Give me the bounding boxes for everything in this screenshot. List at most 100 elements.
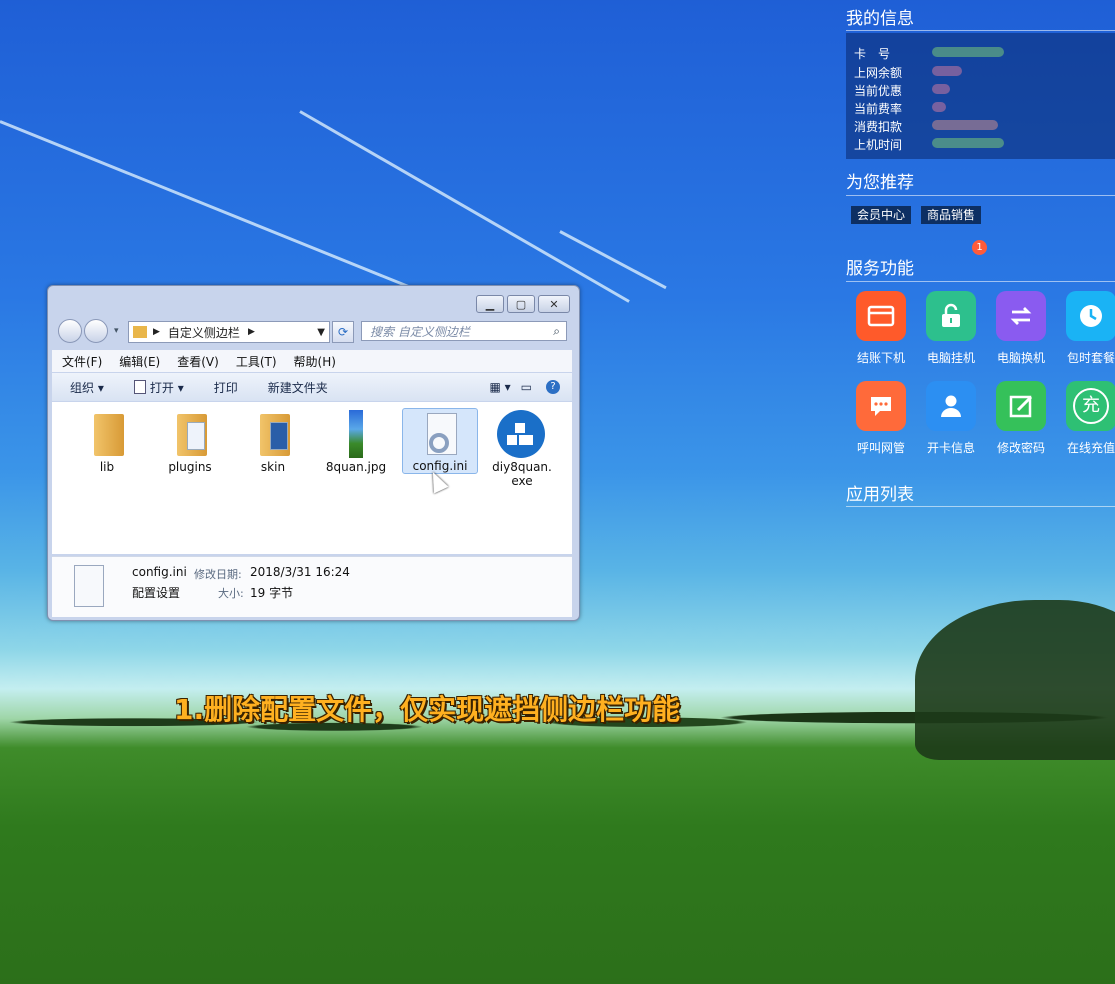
info-label-time: 上机时间 bbox=[854, 138, 903, 152]
image-file-icon bbox=[331, 410, 381, 460]
folder-icon bbox=[248, 410, 298, 460]
divider bbox=[846, 506, 1115, 507]
info-label-deduction: 消费扣款 bbox=[854, 120, 903, 134]
file-name: skin bbox=[260, 460, 286, 474]
checkout-button[interactable]: 结账下机 bbox=[846, 291, 916, 366]
address-dropdown-icon[interactable]: ▼ bbox=[317, 327, 325, 338]
contrail bbox=[299, 110, 630, 303]
address-bar[interactable]: ▶ 自定义侧边栏 ▶ ▼ bbox=[128, 321, 330, 343]
contrail bbox=[559, 230, 667, 290]
menu-help[interactable]: 帮助(H) bbox=[294, 353, 336, 370]
history-dropdown-icon[interactable]: ▾ bbox=[114, 326, 119, 336]
maximize-button[interactable]: ▢ bbox=[507, 295, 535, 313]
service-label: 电脑换机 bbox=[996, 351, 1045, 365]
service-label: 呼叫网管 bbox=[856, 441, 905, 455]
file-name: plugins bbox=[168, 460, 212, 474]
folder-icon bbox=[165, 410, 215, 460]
address-text[interactable]: 自定义侧边栏 bbox=[168, 324, 240, 341]
tree bbox=[915, 600, 1115, 760]
close-button[interactable]: ✕ bbox=[538, 295, 570, 313]
blurred-value bbox=[932, 102, 946, 112]
file-list: lib plugins skin 8quan.jpg config.ini di… bbox=[52, 402, 572, 554]
clock-icon bbox=[1066, 291, 1115, 341]
back-button[interactable] bbox=[58, 319, 82, 343]
help-icon[interactable]: ? bbox=[546, 380, 560, 394]
services-title: 服务功能 bbox=[846, 259, 914, 279]
file-item[interactable]: diy8quan. exe bbox=[485, 410, 559, 488]
service-label: 包时套餐 bbox=[1066, 351, 1115, 365]
my-info-panel: 卡 号 上网余额 当前优惠 当前费率 消费扣款 上机时间 bbox=[846, 33, 1115, 159]
info-label-balance: 上网余额 bbox=[854, 66, 903, 80]
settings-file-icon bbox=[74, 565, 104, 607]
app-exe-icon bbox=[497, 410, 547, 460]
file-name: diy8quan. exe bbox=[492, 460, 552, 488]
menu-tools[interactable]: 工具(T) bbox=[236, 353, 277, 370]
contrail bbox=[0, 120, 446, 303]
blurred-value bbox=[932, 120, 998, 130]
search-icon: ⌕ bbox=[553, 323, 560, 338]
recommend-title: 为您推荐 bbox=[846, 173, 914, 193]
member-center-button[interactable]: 会员中心 bbox=[851, 206, 912, 224]
breadcrumb-arrow-icon: ▶ bbox=[153, 327, 160, 337]
search-input[interactable]: 搜索 自定义侧边栏 ⌕ bbox=[361, 321, 567, 341]
menu-file[interactable]: 文件(F) bbox=[62, 353, 102, 370]
switch-computer-button[interactable]: 电脑换机 bbox=[986, 291, 1056, 366]
folder-icon bbox=[133, 326, 147, 338]
person-icon bbox=[926, 381, 976, 431]
folder-icon bbox=[82, 410, 132, 460]
hang-computer-button[interactable]: 电脑挂机 bbox=[916, 291, 986, 366]
menu-edit[interactable]: 编辑(E) bbox=[119, 353, 160, 370]
organize-button[interactable]: 组织 ▾ bbox=[70, 379, 104, 396]
unlock-icon bbox=[926, 291, 976, 341]
open-button[interactable]: 打开 ▾ bbox=[133, 379, 184, 396]
edit-icon bbox=[996, 381, 1046, 431]
details-size-value: 19 字节 bbox=[250, 586, 294, 600]
preview-pane-icon[interactable]: ▭ bbox=[521, 380, 532, 394]
recharge-glyph: 充 bbox=[1073, 388, 1109, 424]
time-package-button[interactable]: 包时套餐 bbox=[1056, 291, 1115, 366]
command-bar: 组织 ▾ 打开 ▾ 打印 新建文件夹 ▦ ▾ ▭ ? bbox=[52, 373, 572, 401]
divider bbox=[846, 281, 1115, 282]
service-label: 电脑挂机 bbox=[926, 351, 975, 365]
blurred-value bbox=[932, 138, 1004, 148]
service-label: 修改密码 bbox=[996, 441, 1045, 455]
menu-view[interactable]: 查看(V) bbox=[177, 353, 219, 370]
new-folder-button[interactable]: 新建文件夹 bbox=[268, 379, 328, 396]
search-placeholder: 搜索 自定义侧边栏 bbox=[370, 324, 470, 339]
info-label-discount: 当前优惠 bbox=[854, 84, 903, 98]
online-recharge-button[interactable]: 充 在线充值 bbox=[1056, 381, 1115, 456]
file-item[interactable]: skin bbox=[236, 410, 310, 474]
details-pane: config.ini 修改日期: 2018/3/31 16:24 配置设置 大小… bbox=[52, 556, 572, 617]
info-label-rate: 当前费率 bbox=[854, 102, 903, 116]
minimize-button[interactable]: ▁ bbox=[476, 295, 504, 313]
divider bbox=[846, 30, 1115, 31]
card-info-button[interactable]: 开卡信息 bbox=[916, 381, 986, 456]
details-type: 配置设置 bbox=[132, 586, 181, 600]
blurred-value bbox=[932, 66, 962, 76]
details-filename: config.ini bbox=[132, 565, 187, 579]
my-info-title: 我的信息 bbox=[846, 9, 914, 29]
file-item[interactable]: plugins bbox=[153, 410, 227, 474]
refresh-button[interactable]: ⟳ bbox=[332, 321, 354, 343]
print-button[interactable]: 打印 bbox=[214, 379, 238, 396]
view-options-icon[interactable]: ▦ ▾ bbox=[489, 380, 510, 394]
file-item[interactable]: 8quan.jpg bbox=[319, 410, 393, 474]
blurred-value bbox=[932, 84, 950, 94]
breadcrumb-arrow-icon: ▶ bbox=[247, 327, 255, 337]
file-item-selected[interactable]: config.ini bbox=[402, 408, 478, 474]
info-label-card: 卡 号 bbox=[854, 47, 891, 61]
explorer-window[interactable]: ▁ ▢ ✕ ▾ ▶ 自定义侧边栏 ▶ ▼ ⟳ 搜索 自定义侧边栏 ⌕ 文件(F)… bbox=[47, 285, 580, 621]
file-item[interactable]: lib bbox=[70, 410, 144, 474]
menu-bar: 文件(F) 编辑(E) 查看(V) 工具(T) 帮助(H) bbox=[52, 350, 572, 372]
details-size-label: 大小: bbox=[218, 587, 244, 600]
wallet-icon bbox=[856, 291, 906, 341]
file-name: 8quan.jpg bbox=[325, 460, 387, 474]
forward-button[interactable] bbox=[84, 319, 108, 343]
recharge-icon: 充 bbox=[1066, 381, 1115, 431]
call-admin-button[interactable]: 呼叫网管 bbox=[846, 381, 916, 456]
goods-sales-button[interactable]: 商品销售 bbox=[921, 206, 982, 224]
change-password-button[interactable]: 修改密码 bbox=[986, 381, 1056, 456]
tutorial-caption: 1.删除配置文件，仅实现遮挡侧边栏功能 bbox=[174, 693, 681, 726]
notification-badge: 1 bbox=[972, 240, 987, 255]
service-label: 在线充值 bbox=[1066, 441, 1115, 455]
